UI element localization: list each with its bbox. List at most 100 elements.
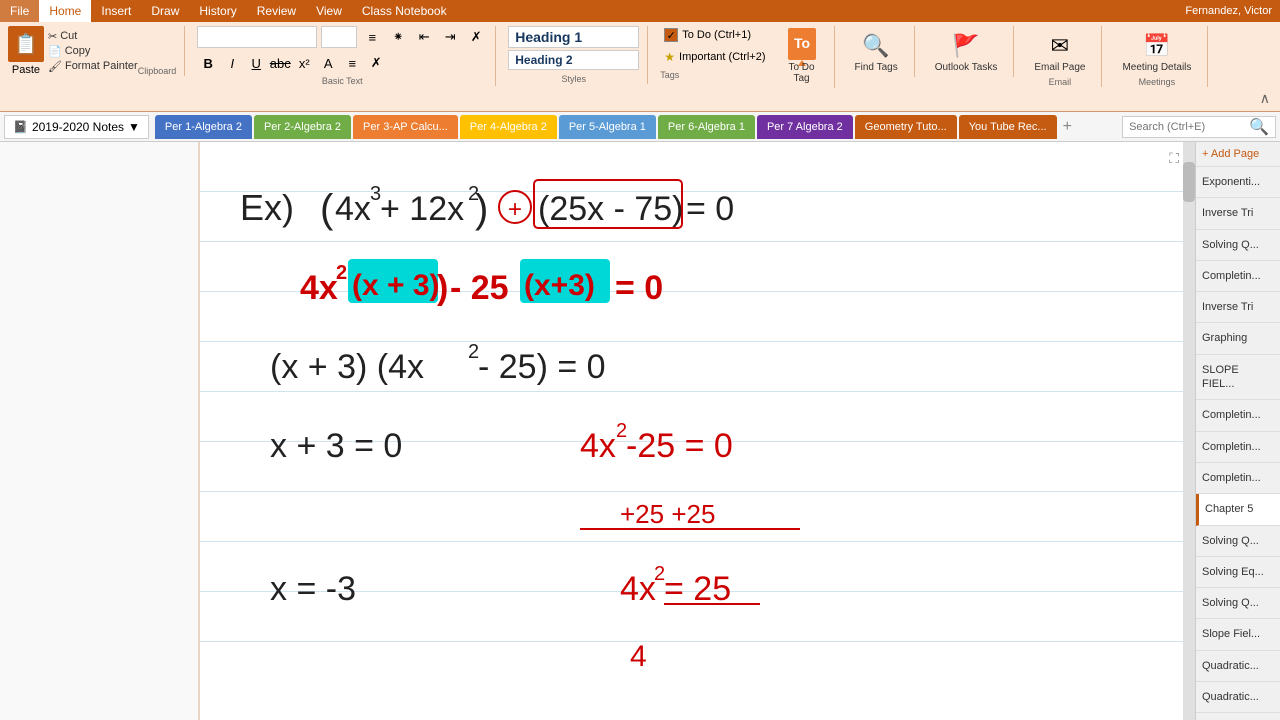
svg-text:= 0: = 0 xyxy=(615,269,663,307)
menu-draw[interactable]: Draw xyxy=(141,0,189,22)
page-item-6[interactable]: SLOPE FIEL... xyxy=(1196,355,1280,401)
page-item-7[interactable]: Completin... xyxy=(1196,400,1280,431)
section-tab-2[interactable]: Per 3-AP Calcu... xyxy=(353,115,458,139)
page-item-0[interactable]: Exponenti... xyxy=(1196,167,1280,198)
svg-text:4x: 4x xyxy=(580,427,616,465)
svg-text:4x: 4x xyxy=(300,269,338,307)
page-item-8[interactable]: Completin... xyxy=(1196,432,1280,463)
page-item-12[interactable]: Solving Eq... xyxy=(1196,557,1280,588)
meeting-button[interactable]: 📅 Meeting Details xyxy=(1114,26,1199,77)
section-tab-7[interactable]: Geometry Tuto... xyxy=(855,115,957,139)
paste-label: Paste xyxy=(12,64,40,76)
page-item-3[interactable]: Completin... xyxy=(1196,261,1280,292)
italic-button[interactable]: I xyxy=(221,52,243,74)
svg-text:): ) xyxy=(475,187,488,231)
cut-button[interactable]: ✂ Cut xyxy=(48,30,138,43)
menu-file[interactable]: File xyxy=(0,0,39,22)
bullet-list-button[interactable]: ≡ xyxy=(361,26,383,48)
menu-history[interactable]: History xyxy=(189,0,246,22)
format-painter-button[interactable]: 🖌 Format Painter xyxy=(48,60,138,73)
font-selector[interactable] xyxy=(197,26,317,48)
collapse-ribbon-button[interactable]: ∧ xyxy=(1258,88,1272,109)
section-tab-1[interactable]: Per 2-Algebra 2 xyxy=(254,115,351,139)
section-tab-5[interactable]: Per 6-Algebra 1 xyxy=(658,115,755,139)
outlook-group: 🚩 Outlook Tasks xyxy=(927,26,1015,77)
svg-text:): ) xyxy=(437,269,448,307)
section-tab-8[interactable]: You Tube Rec... xyxy=(959,115,1057,139)
bold-button[interactable]: B xyxy=(197,52,219,74)
page-item-4[interactable]: Inverse Tri xyxy=(1196,292,1280,323)
strikethrough-button[interactable]: abc xyxy=(269,52,291,74)
section-tab-3[interactable]: Per 4-Algebra 2 xyxy=(460,115,557,139)
increase-indent-button[interactable]: ⇥ xyxy=(439,26,461,48)
search-icon: 🔍 xyxy=(1249,117,1269,137)
page-item-17[interactable]: Factoring xyxy=(1196,713,1280,720)
svg-text:2: 2 xyxy=(336,262,347,284)
vertical-scrollbar[interactable] xyxy=(1183,142,1195,720)
superscript-button[interactable]: x² xyxy=(293,52,315,74)
notebook-selector[interactable]: 📓 2019-2020 Notes ▼ xyxy=(4,115,149,139)
scrollbar-thumb[interactable] xyxy=(1183,162,1195,202)
clear-format-button[interactable]: ✗ xyxy=(465,26,487,48)
svg-text:-25 = 0: -25 = 0 xyxy=(626,427,733,465)
page-item-14[interactable]: Slope Fiel... xyxy=(1196,619,1280,650)
heading1-style[interactable]: Heading 1 xyxy=(508,26,639,48)
email-button[interactable]: ✉ Email Page xyxy=(1026,26,1093,77)
menu-class-notebook[interactable]: Class Notebook xyxy=(352,0,457,22)
equation-6: x = -3 4x 2 = 25 xyxy=(240,552,940,617)
menu-home[interactable]: Home xyxy=(39,0,91,22)
paste-button[interactable]: 📋 Paste xyxy=(8,26,44,76)
font-color-button[interactable]: A xyxy=(317,52,339,74)
svg-text:x + 3 = 0: x + 3 = 0 xyxy=(270,427,402,465)
clear-button2[interactable]: ✗ xyxy=(365,52,387,74)
copy-button[interactable]: 📄 Copy xyxy=(48,45,138,58)
notebook-icon: 📓 xyxy=(13,120,28,134)
equation-7: 4 xyxy=(240,631,940,681)
align-button[interactable]: ≡ xyxy=(341,52,363,74)
decrease-indent-button[interactable]: ⇤ xyxy=(413,26,435,48)
page-item-13[interactable]: Solving Q... xyxy=(1196,588,1280,619)
todo-tag[interactable]: ✓ To Do (Ctrl+1) xyxy=(660,26,769,44)
important-label: Important (Ctrl+2) xyxy=(679,51,766,63)
section-tab-0[interactable]: Per 1-Algebra 2 xyxy=(155,115,252,139)
note-content[interactable]: Ex) ( 4x 3 + 12x 2 ) + (25x - 75) xyxy=(200,142,1195,720)
equation-4: x + 3 = 0 4x 2 -25 = 0 xyxy=(240,409,940,474)
paste-icon: 📋 xyxy=(8,26,44,62)
page-item-9[interactable]: Completin... xyxy=(1196,463,1280,494)
page-item-11[interactable]: Solving Q... xyxy=(1196,526,1280,557)
font-size-selector[interactable] xyxy=(321,26,357,48)
email-group: ✉ Email Page Email xyxy=(1026,26,1102,87)
find-tags-label: Find Tags xyxy=(855,62,898,73)
section-tabs: Per 1-Algebra 2Per 2-Algebra 2Per 3-AP C… xyxy=(155,115,1057,139)
page-item-1[interactable]: Inverse Tri xyxy=(1196,198,1280,229)
find-tags-button[interactable]: 🔍 Find Tags xyxy=(847,26,906,77)
page-item-10[interactable]: Chapter 5 xyxy=(1196,494,1280,525)
expand-icon[interactable]: ⛶ xyxy=(1169,150,1179,167)
pages-list: Exponenti...Inverse TriSolving Q...Compl… xyxy=(1196,167,1280,720)
add-section-button[interactable]: + xyxy=(1059,118,1076,136)
tags-label: Tags xyxy=(660,70,769,80)
basic-text-label: Basic Text xyxy=(197,74,487,86)
equation-row-1: Ex) ( 4x 3 + 12x 2 ) + (25x - 75) xyxy=(240,172,1155,237)
search-input[interactable] xyxy=(1129,121,1249,133)
heading2-style[interactable]: Heading 2 xyxy=(508,50,639,70)
underline-button[interactable]: U xyxy=(245,52,267,74)
important-tag[interactable]: ★ Important (Ctrl+2) xyxy=(660,48,769,66)
section-tab-6[interactable]: Per 7 Algebra 2 xyxy=(757,115,853,139)
svg-text:Ex): Ex) xyxy=(240,187,294,228)
menu-view[interactable]: View xyxy=(306,0,352,22)
add-page-button[interactable]: + Add Page xyxy=(1196,142,1280,167)
menu-review[interactable]: Review xyxy=(247,0,306,22)
page-item-15[interactable]: Quadratic... xyxy=(1196,651,1280,682)
meeting-group-label: Meetings xyxy=(1139,77,1176,87)
page-item-5[interactable]: Graphing xyxy=(1196,323,1280,354)
menu-insert[interactable]: Insert xyxy=(91,0,141,22)
right-panel: + Add Page Exponenti...Inverse TriSolvin… xyxy=(1195,142,1280,720)
section-tab-4[interactable]: Per 5-Algebra 1 xyxy=(559,115,656,139)
svg-text:- 25) = 0: - 25) = 0 xyxy=(478,348,606,386)
numbered-list-button[interactable]: ⁕ xyxy=(387,26,409,48)
page-item-16[interactable]: Quadratic... xyxy=(1196,682,1280,713)
todo-tag-button[interactable]: To To DoTag xyxy=(778,26,826,88)
outlook-button[interactable]: 🚩 Outlook Tasks xyxy=(927,26,1006,77)
page-item-2[interactable]: Solving Q... xyxy=(1196,230,1280,261)
